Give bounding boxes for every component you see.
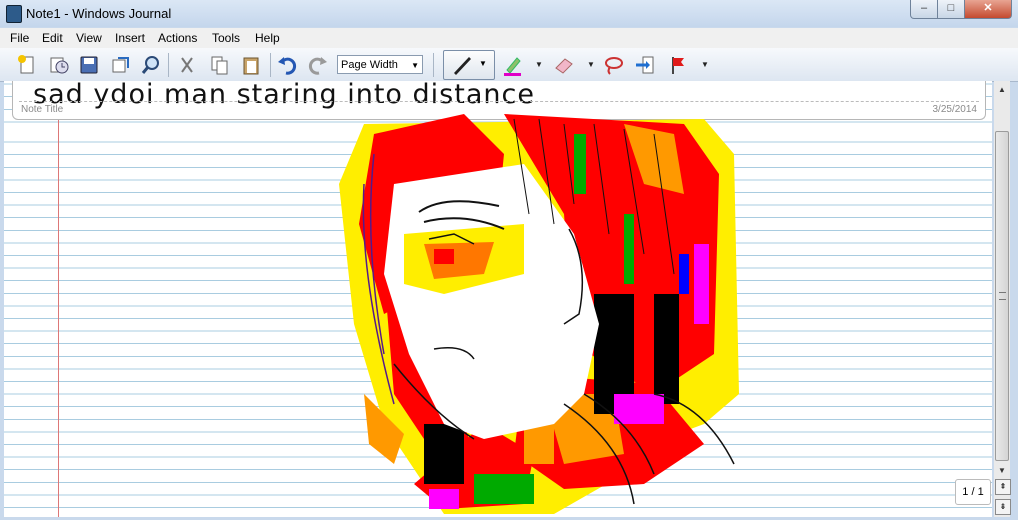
redo-icon[interactable]	[307, 54, 329, 76]
menu-edit[interactable]: Edit	[42, 31, 63, 45]
journal-app-icon	[6, 5, 22, 23]
menu-view[interactable]: View	[76, 31, 102, 45]
cut-icon[interactable]	[176, 54, 198, 76]
open-icon[interactable]	[48, 54, 70, 76]
pen-tool-button[interactable]: ▼	[443, 50, 495, 80]
paste-icon[interactable]	[240, 54, 262, 76]
eraser-icon[interactable]	[553, 54, 575, 76]
minimize-button[interactable]: –	[910, 0, 938, 19]
page-navigation: ⇞ ⇟	[994, 478, 1011, 516]
journal-page[interactable]: sad ydoi man staring into distance Note …	[4, 81, 992, 517]
highlighter-icon[interactable]	[501, 54, 523, 76]
maximize-button[interactable]: □	[937, 0, 965, 19]
scroll-up-button[interactable]: ▲	[995, 83, 1009, 97]
send-email-icon[interactable]	[110, 54, 132, 76]
lasso-select-icon[interactable]	[602, 54, 624, 76]
margin-line	[58, 120, 59, 517]
undo-icon[interactable]	[276, 54, 298, 76]
menu-insert[interactable]: Insert	[115, 31, 145, 45]
window-title: Note1 - Windows Journal	[26, 6, 172, 21]
zoom-value: Page Width	[341, 59, 398, 71]
toolbar-separator	[433, 53, 434, 77]
next-page-button[interactable]: ⇟	[995, 499, 1011, 515]
page-counter: 1 / 1	[955, 479, 991, 505]
note-date: 3/25/2014	[932, 104, 978, 115]
menu-file[interactable]: File	[10, 31, 29, 45]
insert-space-icon[interactable]	[634, 54, 656, 76]
zoom-select[interactable]: Page Width ▼	[337, 55, 423, 74]
pen-dropdown[interactable]: ▼	[479, 59, 487, 68]
note-title-label: Note Title	[21, 104, 64, 115]
scrollbar-thumb[interactable]	[995, 131, 1009, 461]
title-bar: Note1 - Windows Journal – □ ✕	[0, 0, 1018, 27]
toolbar-separator	[270, 53, 271, 77]
grip-icon	[999, 292, 1006, 300]
previous-page-button[interactable]: ⇞	[995, 479, 1011, 495]
highlighter-dropdown[interactable]: ▼	[535, 60, 543, 69]
toolbar: ▼ ▼ ▼	[0, 48, 1018, 82]
find-icon[interactable]	[140, 54, 162, 76]
scroll-down-button[interactable]: ▼	[995, 464, 1009, 478]
toolbar-separator	[168, 53, 169, 77]
close-button[interactable]: ✕	[964, 0, 1012, 19]
vertical-scrollbar[interactable]: ▲ ▼	[994, 81, 1010, 517]
menu-tools[interactable]: Tools	[212, 31, 240, 45]
flag-icon[interactable]	[667, 54, 689, 76]
pen-icon	[454, 57, 471, 75]
ink-drawing[interactable]	[324, 94, 744, 514]
menu-help[interactable]: Help	[255, 31, 280, 45]
eraser-dropdown[interactable]: ▼	[587, 60, 595, 69]
chevron-down-icon: ▼	[411, 61, 419, 70]
copy-icon[interactable]	[208, 54, 230, 76]
save-icon[interactable]	[78, 54, 100, 76]
flag-dropdown[interactable]: ▼	[701, 60, 709, 69]
new-note-icon[interactable]	[16, 54, 38, 76]
menu-bar: File Edit View Insert Actions Tools Help	[0, 28, 1018, 49]
menu-actions[interactable]: Actions	[158, 31, 197, 45]
